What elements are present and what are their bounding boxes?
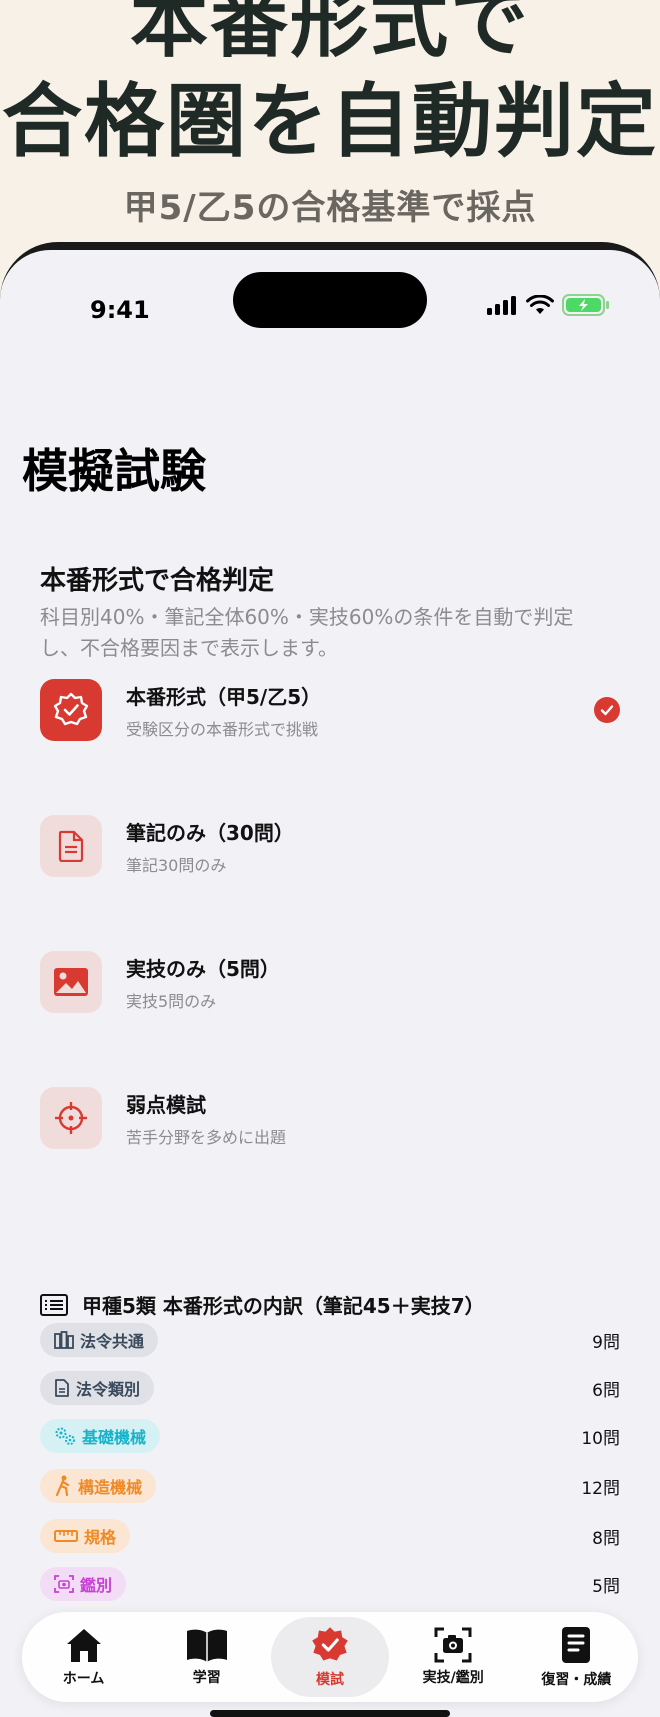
tab-label: 実技/鑑別 (422, 1670, 484, 1686)
tab-home[interactable]: ホーム (25, 1617, 143, 1697)
camera-scan-icon (54, 1575, 74, 1593)
category-chip: 法令類別 (40, 1371, 155, 1405)
house-icon (66, 1629, 101, 1662)
chip-label: 基礎機械 (82, 1428, 147, 1447)
building-icon (54, 1331, 74, 1349)
chip-label: 構造機械 (78, 1478, 143, 1497)
promo-headline-2: 合格圏を自動判定 (2, 75, 658, 168)
badge-check-icon (40, 679, 102, 741)
tab-label: 復習・成績 (541, 1672, 612, 1688)
option-subtitle: 実技5問のみ (126, 991, 217, 1011)
list-icon (40, 1293, 68, 1316)
breakdown-row: 構造機械 12問 (40, 1468, 620, 1504)
dynamic-island (233, 272, 427, 328)
breakdown-title-text: 甲種5類 本番形式の内訳（筆記45＋実技7） (82, 1294, 485, 1318)
ruler-icon (54, 1530, 78, 1542)
wifi-icon (526, 295, 554, 314)
breakdown-row: 法令共通 9問 (40, 1322, 620, 1358)
category-chip: 鑑別 (40, 1567, 127, 1601)
person-walking-icon (55, 1475, 70, 1497)
badge-check-icon (312, 1627, 348, 1661)
intro-title: 本番形式で合格判定 (40, 566, 275, 596)
image-icon (40, 951, 102, 1013)
target-icon (40, 1087, 102, 1149)
option-label: 弱点模試 (126, 1092, 206, 1117)
tab-practical[interactable]: 実技/鑑別 (394, 1617, 512, 1697)
promo-headline-1: 本番形式で (129, 0, 530, 68)
tab-bar: ホーム 学習 模試 実技/鑑別 復習・成績 (22, 1612, 638, 1702)
tab-review[interactable]: 復習・成績 (517, 1617, 635, 1697)
question-count: 6問 (592, 1380, 620, 1401)
home-indicator (210, 1710, 450, 1717)
option-label: 実技のみ（5問） (126, 956, 280, 981)
gears-icon (55, 1427, 75, 1445)
option-jitsugi[interactable]: 実技のみ（5問） 実技5問のみ (40, 950, 620, 1014)
app-screen: 9:41 模擬試験 本番形式で合格判定 科目別40%・筆記全体60%・実技60%… (0, 250, 660, 1717)
breakdown-row: 基礎機械 10問 (40, 1418, 620, 1454)
note-icon (562, 1627, 591, 1663)
option-hikki[interactable]: 筆記のみ（30問） 筆記30問のみ (40, 814, 620, 878)
intro-description: 科目別40%・筆記全体60%・実技60%の条件を自動で判定し、不合格要因まで表示… (40, 605, 574, 660)
chip-label: 法令類別 (76, 1380, 141, 1399)
question-count: 12問 (581, 1478, 620, 1499)
chip-label: 規格 (84, 1528, 117, 1547)
tab-mock-exam[interactable]: 模試 (270, 1617, 389, 1697)
breakdown-row: 鑑別 5問 (40, 1566, 620, 1602)
tab-label: 模試 (315, 1672, 344, 1688)
category-chip: 基礎機械 (40, 1419, 161, 1453)
option-subtitle: 受験区分の本番形式で挑戦 (126, 719, 319, 739)
book-icon (186, 1629, 227, 1662)
option-subtitle: 苦手分野を多めに出題 (126, 1127, 287, 1147)
status-icons (486, 294, 610, 316)
tab-label: 学習 (192, 1670, 221, 1686)
question-count: 9問 (592, 1332, 620, 1353)
document-icon (40, 815, 102, 877)
phone-frame: 9:41 模擬試験 本番形式で合格判定 科目別40%・筆記全体60%・実技60%… (0, 242, 660, 1717)
breakdown-row: 法令類別 6問 (40, 1370, 620, 1406)
question-count: 10問 (581, 1428, 620, 1449)
tab-study[interactable]: 学習 (148, 1617, 266, 1697)
breakdown-row: 規格 8問 (40, 1518, 620, 1554)
chip-label: 法令共通 (80, 1332, 145, 1351)
signal-icon (487, 296, 516, 315)
category-chip: 規格 (40, 1519, 131, 1553)
chip-label: 鑑別 (80, 1576, 113, 1595)
battery-icon (562, 294, 609, 316)
option-label: 筆記のみ（30問） (126, 820, 294, 845)
question-count: 5問 (592, 1576, 620, 1597)
document-icon (55, 1379, 69, 1397)
page-title: 模擬試験 (22, 444, 206, 498)
tab-label: ホーム (62, 1671, 105, 1687)
category-chip: 法令共通 (40, 1323, 159, 1357)
breakdown-title: 甲種5類 本番形式の内訳（筆記45＋実技7） (40, 1290, 485, 1319)
checkmark-icon (594, 697, 620, 723)
option-subtitle: 筆記30問のみ (126, 855, 227, 875)
question-count: 8問 (592, 1528, 620, 1549)
status-time: 9:41 (90, 296, 150, 324)
camera-scan-icon (434, 1627, 472, 1663)
option-label: 本番形式（甲5/乙5） (126, 684, 322, 709)
category-chip: 構造機械 (40, 1469, 157, 1503)
option-jakuten[interactable]: 弱点模試 苦手分野を多めに出題 (40, 1086, 620, 1150)
promo-subtitle: 甲5/乙5の合格基準で採点 (123, 188, 537, 228)
option-honban[interactable]: 本番形式（甲5/乙5） 受験区分の本番形式で挑戦 (40, 678, 620, 742)
